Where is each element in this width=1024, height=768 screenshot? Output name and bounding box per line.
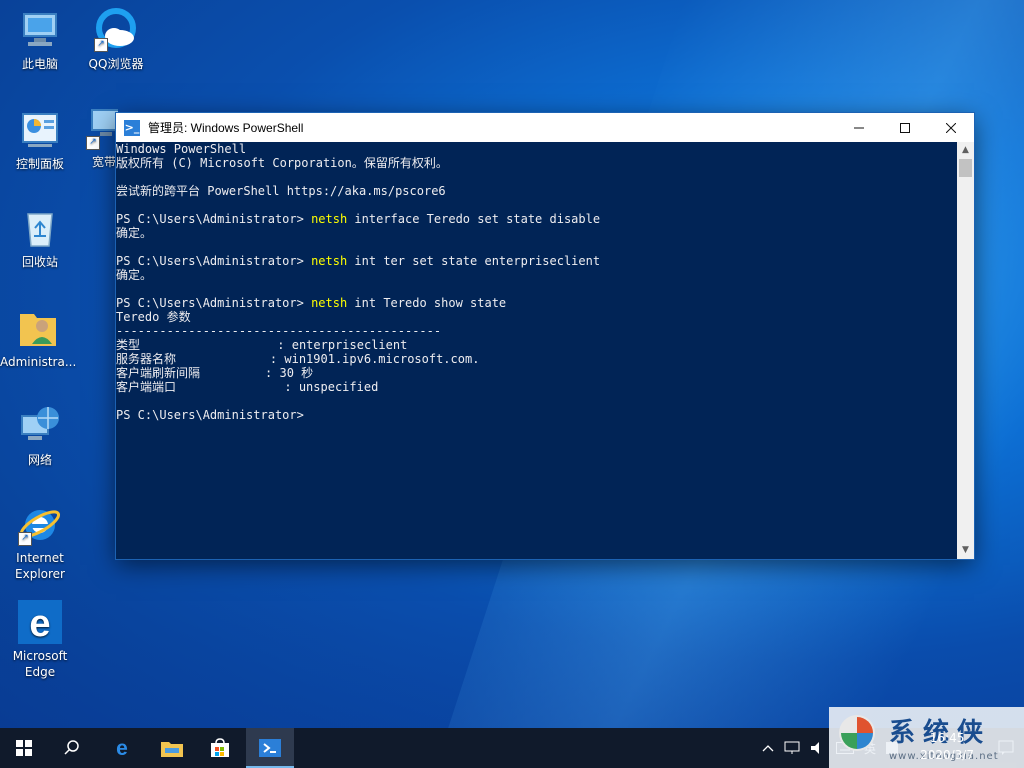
desktop-icon-control-panel[interactable]: 控制面板 bbox=[2, 108, 78, 172]
clock-time: 16:45 bbox=[929, 731, 965, 745]
network-icon bbox=[18, 404, 62, 448]
desktop-icon-edge[interactable]: e Microsoft Edge bbox=[2, 600, 78, 680]
minimize-icon bbox=[854, 127, 864, 128]
tray-chevron-up-icon[interactable] bbox=[757, 744, 779, 752]
svg-text:e: e bbox=[116, 738, 128, 758]
search-button[interactable] bbox=[48, 728, 96, 768]
close-button[interactable] bbox=[928, 113, 974, 142]
console-line: 类型 : enterpriseclient bbox=[116, 338, 408, 352]
console-command: netsh bbox=[311, 254, 348, 268]
desktop-icon-network[interactable]: 网络 bbox=[2, 404, 78, 468]
console-line: Teredo 参数 bbox=[116, 310, 191, 324]
shortcut-arrow-icon: ↗ bbox=[18, 532, 32, 546]
console-prompt: PS C:\Users\Administrator> bbox=[116, 212, 312, 226]
shortcut-arrow-icon: ↗ bbox=[86, 136, 100, 150]
desktop-icon-label: Internet Explorer bbox=[15, 551, 65, 581]
desktop-icon-label: Microsoft Edge bbox=[12, 649, 68, 679]
console-line: PS C:\Users\Administrator> netsh int ter… bbox=[116, 254, 956, 268]
search-icon bbox=[64, 740, 79, 755]
desktop-icon-label: 控制面板 bbox=[15, 157, 64, 171]
desktop-icon-label: QQ浏览器 bbox=[88, 57, 144, 71]
network-tray-icon[interactable] bbox=[779, 741, 805, 755]
minimize-button[interactable] bbox=[836, 113, 882, 142]
console-prompt: PS C:\Users\Administrator> bbox=[116, 254, 312, 268]
scroll-down-icon[interactable]: ▼ bbox=[957, 542, 974, 559]
this-pc-icon bbox=[18, 8, 62, 52]
console-command-args: int Teredo show state bbox=[347, 296, 507, 310]
volume-icon[interactable] bbox=[805, 741, 831, 755]
console-line: 版权所有 (C) Microsoft Corporation。保留所有权利。 bbox=[116, 156, 448, 170]
taskbar-store[interactable] bbox=[196, 728, 244, 768]
console-line: 服务器名称 : win1901.ipv6.microsoft.com. bbox=[116, 352, 480, 366]
desktop-icon-label: Administra... bbox=[0, 355, 77, 369]
console-output[interactable]: Windows PowerShell 版权所有 (C) Microsoft Cor… bbox=[116, 142, 956, 559]
edge-icon: e bbox=[116, 738, 128, 758]
window-title: 管理员: Windows PowerShell bbox=[148, 121, 304, 135]
console-line: Windows PowerShell bbox=[116, 142, 247, 156]
console-command: netsh bbox=[311, 212, 348, 226]
desktop-icon-label: 此电脑 bbox=[21, 57, 58, 71]
start-button[interactable] bbox=[0, 728, 48, 768]
console-line: PS C:\Users\Administrator> bbox=[116, 408, 304, 422]
shortcut-arrow-icon: ↗ bbox=[94, 38, 108, 52]
internet-explorer-icon: ↗ bbox=[18, 502, 62, 546]
console-prompt: PS C:\Users\Administrator> bbox=[116, 296, 312, 310]
taskbar-powershell[interactable] bbox=[246, 728, 294, 768]
start-icon bbox=[16, 740, 32, 756]
powershell-window[interactable]: >_ 管理员: Windows PowerShell Windows Power… bbox=[116, 113, 974, 559]
console-line: 确定。 bbox=[116, 268, 153, 282]
store-icon bbox=[211, 738, 229, 757]
console-line: ----------------------------------------… bbox=[116, 324, 442, 338]
desktop-icon-recycle-bin[interactable]: 回收站 bbox=[2, 206, 78, 270]
console-line: 客户端刷新间隔 : 30 秒 bbox=[116, 366, 314, 380]
desktop-icon-internet-explorer[interactable]: ↗ Internet Explorer bbox=[2, 502, 78, 582]
desktop-icon-label: 网络 bbox=[27, 453, 52, 467]
svg-text:e: e bbox=[29, 603, 50, 644]
window-titlebar[interactable]: >_ 管理员: Windows PowerShell bbox=[116, 113, 974, 142]
scroll-up-icon[interactable]: ▲ bbox=[957, 142, 974, 159]
broadband-icon: ↗ bbox=[86, 106, 118, 150]
desktop-icon-administrator[interactable]: Administra... bbox=[0, 306, 76, 370]
desktop-icon-label: 回收站 bbox=[21, 255, 58, 269]
desktop-icon-broadband[interactable]: ↗ 宽带 bbox=[78, 106, 118, 170]
powershell-icon bbox=[259, 739, 281, 757]
console-line: PS C:\Users\Administrator> netsh int Ter… bbox=[116, 296, 956, 310]
edge-icon: e bbox=[18, 600, 62, 645]
console-command-args: interface Teredo set state disable bbox=[347, 212, 601, 226]
desktop-icon-label: 宽带 bbox=[92, 155, 117, 169]
console-command-args: int ter set state enterpriseclient bbox=[347, 254, 601, 268]
desktop-icon-qq-browser[interactable]: ↗ QQ浏览器 bbox=[78, 8, 154, 72]
console-command: netsh bbox=[311, 296, 348, 310]
taskbar-clock[interactable]: 16:45 2020/3/7 bbox=[920, 730, 974, 764]
recycle-bin-icon bbox=[18, 206, 62, 250]
powershell-icon: >_ bbox=[124, 119, 140, 136]
maximize-button[interactable] bbox=[882, 113, 928, 142]
clock-date: 2020/3/7 bbox=[920, 748, 974, 762]
close-icon bbox=[946, 122, 956, 133]
console-line: 客户端端口 : unspecified bbox=[116, 380, 379, 394]
console-line: 确定。 bbox=[116, 226, 153, 240]
user-folder-icon bbox=[16, 306, 60, 350]
file-explorer-icon bbox=[161, 742, 183, 757]
control-panel-icon bbox=[18, 108, 62, 152]
vertical-scrollbar[interactable]: ▲ ▼ bbox=[957, 142, 974, 559]
taskbar-edge[interactable]: e bbox=[98, 728, 146, 768]
console-line: PS C:\Users\Administrator> netsh interfa… bbox=[116, 212, 956, 226]
scrollbar-thumb[interactable] bbox=[959, 159, 972, 177]
watermark-logo-icon bbox=[837, 713, 877, 753]
desktop-icon-this-pc[interactable]: 此电脑 bbox=[2, 8, 78, 72]
qq-browser-icon: ↗ bbox=[94, 8, 138, 52]
taskbar-file-explorer[interactable] bbox=[148, 728, 196, 768]
maximize-icon bbox=[900, 122, 910, 133]
console-line: 尝试新的跨平台 PowerShell https://aka.ms/pscore… bbox=[116, 184, 446, 198]
